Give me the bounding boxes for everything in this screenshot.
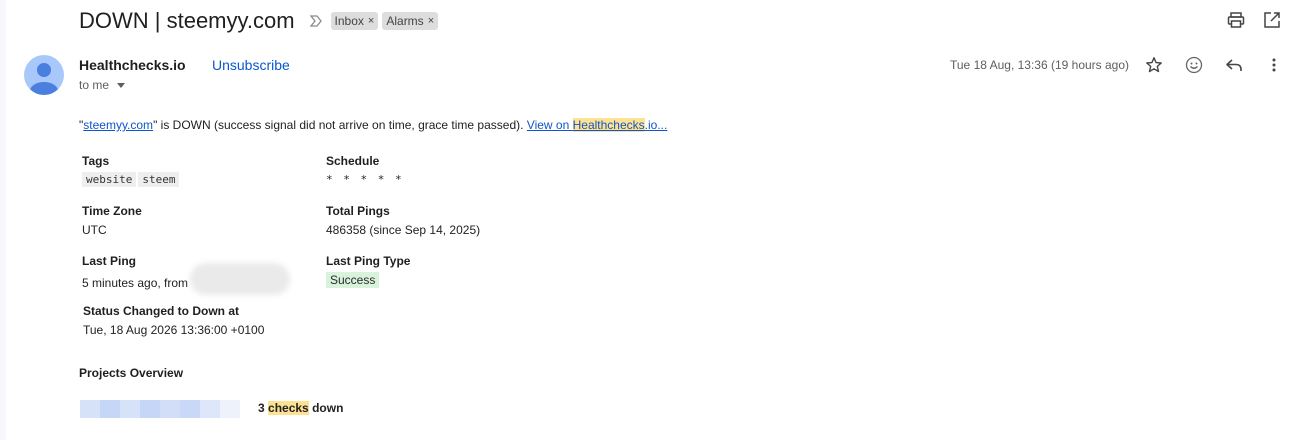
message-summary: "steemyy.com" is DOWN (success signal di…: [79, 118, 667, 132]
avatar[interactable]: [24, 55, 64, 95]
more-vertical-icon[interactable]: [1264, 55, 1284, 75]
link-prefix: View on: [526, 118, 573, 132]
total-pings-field: Total Pings 486358 (since Sep 14, 2025): [326, 204, 480, 237]
thread-actions: [1226, 10, 1282, 30]
last-ping-value-row: 5 minutes ago, from: [82, 263, 291, 295]
timezone-value: UTC: [82, 223, 107, 237]
timezone-field: Time Zone UTC: [82, 204, 142, 237]
message-actions: [1144, 55, 1284, 75]
search-highlight: checks: [268, 401, 309, 415]
label-chip-name: Alarms: [386, 14, 424, 28]
chevron-down-icon[interactable]: [117, 82, 126, 88]
importance-marker-icon[interactable]: [309, 14, 323, 28]
projects-overview-title: Projects Overview: [79, 366, 184, 380]
star-icon[interactable]: [1144, 55, 1164, 75]
redacted-project-name: [80, 400, 240, 418]
remove-label-icon[interactable]: ×: [428, 14, 434, 28]
emoji-reaction-icon[interactable]: [1184, 55, 1204, 75]
remove-label-icon[interactable]: ×: [368, 14, 374, 28]
last-ping-value: 5 minutes ago, from: [82, 276, 189, 291]
status-changed-value: Tue, 18 Aug 2026 13:36:00 +0100: [83, 323, 265, 337]
recipient-label: to me: [79, 78, 110, 92]
sender-name[interactable]: Healthchecks.io: [79, 57, 186, 73]
timezone-label: Time Zone: [82, 204, 142, 218]
link-suffix: .io...: [644, 118, 668, 132]
total-pings-value: 486358 (since Sep 14, 2025): [326, 223, 481, 237]
total-pings-label: Total Pings: [326, 204, 390, 218]
tags-field: Tags website steem: [82, 154, 181, 187]
checks-count: 3: [258, 401, 265, 415]
subject-row: DOWN | steemyy.com Inbox × Alarms ×: [79, 6, 439, 36]
site-link[interactable]: steemyy.com: [83, 118, 153, 132]
tags-label: Tags: [82, 154, 110, 168]
open-in-new-window-icon[interactable]: [1262, 10, 1282, 30]
email-date: Tue 18 Aug, 13:36 (19 hours ago): [950, 58, 1130, 72]
tags-list: website steem: [82, 172, 181, 187]
label-chip-alarms[interactable]: Alarms ×: [382, 12, 439, 30]
last-ping-type-field: Last Ping Type Success: [326, 254, 410, 288]
reply-icon[interactable]: [1224, 55, 1244, 75]
unsubscribe-link[interactable]: Unsubscribe: [212, 57, 290, 73]
status-changed-field: Status Changed to Down at Tue, 18 Aug 20…: [83, 304, 264, 337]
schedule-field: Schedule * * * * *: [326, 154, 404, 186]
checks-down-summary[interactable]: 3 checks down: [258, 401, 343, 415]
label-chip-inbox[interactable]: Inbox ×: [330, 12, 379, 30]
left-rail: [0, 0, 6, 440]
print-icon[interactable]: [1226, 10, 1246, 30]
schedule-value: * * * * *: [326, 173, 404, 186]
search-highlight: Healthchecks: [572, 118, 645, 132]
redacted-ip: [190, 263, 291, 295]
tag: steem: [138, 172, 180, 187]
last-ping-type-label: Last Ping Type: [326, 254, 411, 268]
message-text: " is DOWN (success signal did not arrive…: [153, 118, 527, 132]
email-subject: DOWN | steemyy.com: [79, 8, 295, 33]
last-ping-type-wrap: Success: [326, 272, 410, 288]
last-ping-field: Last Ping 5 minutes ago, from: [82, 254, 291, 295]
recipient-details[interactable]: to me: [79, 78, 126, 92]
tag: website: [82, 172, 137, 187]
checks-suffix: down: [312, 401, 344, 415]
status-badge: Success: [326, 272, 380, 288]
schedule-label: Schedule: [326, 154, 380, 168]
label-chip-name: Inbox: [334, 14, 364, 28]
status-changed-label: Status Changed to Down at: [83, 304, 239, 318]
view-on-healthchecks-link[interactable]: View on Healthchecks.io...: [526, 118, 668, 132]
